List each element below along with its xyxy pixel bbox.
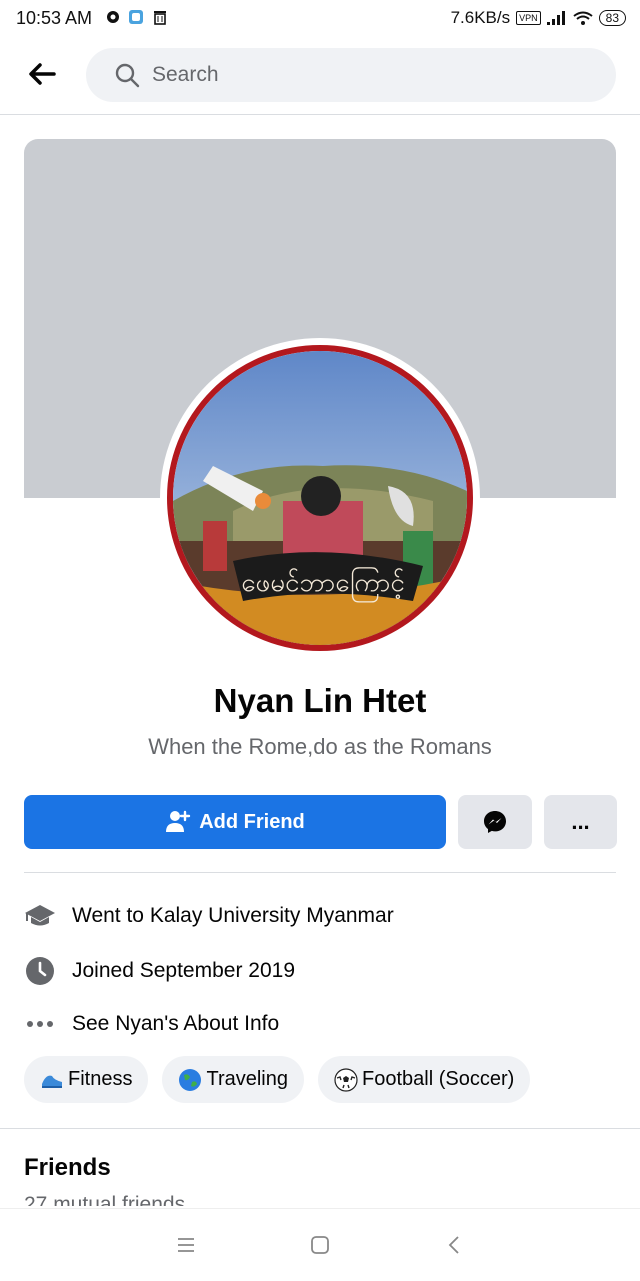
profile-photo-image: ဖေမင်ဘာကြောင့် bbox=[173, 351, 467, 645]
trash-notification-icon bbox=[154, 11, 166, 25]
more-options-button[interactable]: ... bbox=[544, 795, 617, 849]
search-bar[interactable] bbox=[86, 48, 616, 102]
back-button[interactable] bbox=[24, 56, 60, 92]
globe-icon bbox=[179, 1068, 202, 1091]
search-icon bbox=[115, 63, 140, 88]
soccer-ball-icon bbox=[334, 1067, 358, 1092]
profile-name: Nyan Lin Htet bbox=[213, 682, 427, 719]
hobby-chip-fitness[interactable]: Fitness bbox=[24, 1056, 149, 1103]
network-speed: 7.6KB/s bbox=[450, 8, 511, 27]
square-icon bbox=[311, 1236, 329, 1254]
about-link-text: See Nyan's About Info bbox=[72, 1012, 280, 1035]
more-label: ... bbox=[571, 809, 590, 834]
recent-apps-button[interactable] bbox=[170, 1229, 202, 1261]
message-button[interactable] bbox=[458, 795, 532, 849]
app-notification-icon bbox=[129, 10, 143, 24]
friends-section-title: Friends bbox=[24, 1154, 111, 1181]
chat-notification-icon bbox=[107, 11, 119, 23]
clock-icon bbox=[26, 957, 54, 985]
add-friend-icon bbox=[166, 810, 191, 832]
vpn-badge: VPN bbox=[516, 11, 541, 25]
add-friend-button[interactable]: Add Friend bbox=[24, 795, 446, 849]
hobby-label: Traveling bbox=[206, 1068, 288, 1090]
divider bbox=[24, 872, 616, 873]
menu-lines-icon bbox=[178, 1238, 194, 1252]
chevron-left-icon bbox=[448, 1236, 459, 1254]
add-friend-label: Add Friend bbox=[199, 810, 305, 833]
top-bar bbox=[0, 36, 640, 115]
battery-indicator: 83 bbox=[598, 10, 626, 26]
system-navigation-bar bbox=[0, 1208, 640, 1281]
status-time: 10:53 AM bbox=[16, 8, 93, 28]
more-dots-icon bbox=[27, 1021, 53, 1027]
info-joined: Joined September 2019 bbox=[24, 951, 616, 991]
joined-text: Joined September 2019 bbox=[72, 959, 295, 982]
avatar-caption: ဖေမင်ဘာကြောင့် bbox=[241, 565, 405, 603]
hobby-chip-traveling[interactable]: Traveling bbox=[162, 1056, 304, 1103]
home-button[interactable] bbox=[304, 1229, 336, 1261]
status-bar: 10:53 AM 7.6KB/s VPN 83 bbox=[0, 0, 640, 36]
section-divider bbox=[0, 1128, 640, 1129]
sneaker-icon bbox=[42, 1075, 62, 1088]
info-education: Went to Kalay University Myanmar bbox=[24, 896, 616, 936]
hobbies-list: Fitness Traveling Football (Soccer) bbox=[24, 1056, 531, 1103]
graduation-cap-icon bbox=[25, 905, 55, 926]
messenger-icon bbox=[484, 811, 506, 833]
hobby-label: Fitness bbox=[68, 1068, 133, 1090]
profile-bio: When the Rome,do as the Romans bbox=[148, 734, 492, 759]
info-about[interactable]: See Nyan's About Info bbox=[24, 1004, 616, 1044]
wifi-icon bbox=[573, 11, 593, 25]
profile-picture[interactable]: ဖေမင်ဘာကြောင့် bbox=[167, 345, 473, 651]
arrow-left-icon bbox=[29, 63, 56, 85]
mutual-friends-count[interactable]: 27 mutual friends bbox=[24, 1192, 185, 1206]
signal-icon bbox=[546, 11, 565, 25]
system-back-button[interactable] bbox=[438, 1229, 470, 1261]
education-text: Went to Kalay University Myanmar bbox=[72, 904, 394, 927]
hobby-label: Football (Soccer) bbox=[361, 1068, 515, 1090]
hobby-chip-football[interactable]: Football (Soccer) bbox=[317, 1056, 531, 1103]
search-input[interactable] bbox=[150, 62, 574, 88]
